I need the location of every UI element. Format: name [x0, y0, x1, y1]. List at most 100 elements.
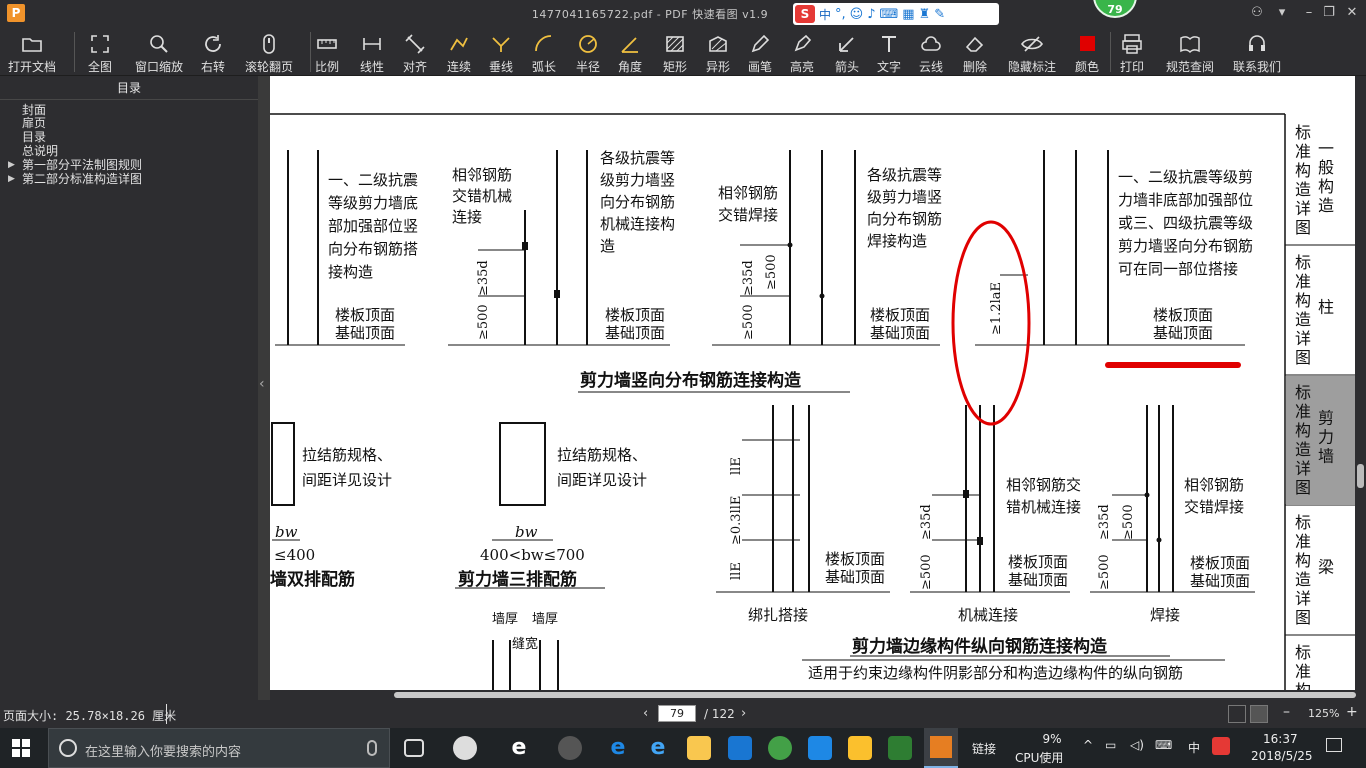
- toolbar-fit-button[interactable]: 全图: [88, 28, 112, 74]
- ime-indicator[interactable]: 中: [1188, 739, 1200, 756]
- expand-triangle-icon[interactable]: ▶: [8, 158, 15, 172]
- grid-icon[interactable]: ▦: [902, 7, 914, 22]
- toolbar-open-button[interactable]: 打开文档: [8, 28, 56, 74]
- toc-item[interactable]: 目录: [22, 130, 46, 144]
- chrome-like-icon[interactable]: [558, 736, 582, 760]
- toolbar-highlight-button[interactable]: 高亮: [790, 28, 814, 74]
- toolbar-standards-button[interactable]: 规范查阅: [1166, 28, 1214, 74]
- toolbar-text-button[interactable]: 文字: [877, 28, 901, 74]
- minimize-button[interactable]: –: [1300, 4, 1318, 22]
- toolbar-radius-button[interactable]: 半径: [576, 28, 600, 74]
- toolbar-rect-button[interactable]: 矩形: [663, 28, 687, 74]
- toolbar-contact-button[interactable]: 联系我们: [1233, 28, 1281, 74]
- microphone-icon[interactable]: [367, 740, 377, 756]
- user-icon[interactable]: ⚇: [1248, 4, 1266, 22]
- toolbar-aligned-button[interactable]: 对齐: [403, 28, 427, 74]
- wrench-icon[interactable]: ✎: [934, 7, 945, 22]
- notes-app-icon[interactable]: [848, 736, 872, 760]
- arrow-icon: [839, 37, 854, 52]
- tray-link[interactable]: 链接: [972, 740, 996, 757]
- text-line: 基础顶面: [825, 568, 885, 586]
- toolbar-polygon-button[interactable]: 异形: [706, 28, 730, 74]
- voice-icon[interactable]: ♪: [867, 7, 875, 22]
- windows-start-icon[interactable]: [12, 739, 30, 757]
- vertical-scrollbar[interactable]: [1355, 76, 1366, 700]
- single-page-view-icon[interactable]: [1250, 705, 1268, 723]
- scroll-thumb[interactable]: [394, 692, 1356, 698]
- toolbar-linear-button[interactable]: 线性: [360, 28, 384, 74]
- health-app-icon[interactable]: [808, 736, 832, 760]
- menu-chevron-icon[interactable]: ▾: [1273, 4, 1291, 22]
- sogou-tray-icon[interactable]: [1212, 737, 1230, 755]
- toolbar-print-button[interactable]: 打印: [1120, 28, 1144, 74]
- toolbar-perpendicular-button[interactable]: 垂线: [489, 28, 513, 74]
- toolbar-cloud-button[interactable]: 云线: [919, 28, 943, 74]
- page-input[interactable]: 79: [658, 705, 696, 722]
- scroll-thumb[interactable]: [1357, 464, 1364, 488]
- pdf-viewer[interactable]: 一、二级抗震等级剪力墙底部加强部位竖向分布钢筋搭接构造 相邻钢筋交错机械连接 各…: [270, 76, 1355, 690]
- toolbar-arrow-button[interactable]: 箭头: [835, 28, 859, 74]
- toc-item[interactable]: 扉页: [22, 116, 46, 130]
- emoji-icon[interactable]: ☺: [850, 7, 864, 22]
- toolbar-scale-button[interactable]: 比例: [315, 28, 339, 74]
- toolbar-hide-button[interactable]: 隐藏标注: [1008, 28, 1056, 74]
- toc-item[interactable]: ▶ 第二部分标准构造详图: [8, 172, 142, 186]
- file-explorer-icon[interactable]: [687, 736, 711, 760]
- collapse-sidebar-button[interactable]: ‹: [258, 76, 270, 700]
- taskbar-search[interactable]: 在这里输入你要搜索的内容: [48, 728, 390, 768]
- notification-icon[interactable]: [1326, 738, 1342, 752]
- volume-icon[interactable]: ◁): [1130, 738, 1144, 752]
- toolbar-color-button[interactable]: 颜色: [1075, 28, 1099, 74]
- side-tab-char: 造: [1295, 570, 1311, 589]
- ime-mode[interactable]: 中: [819, 6, 831, 23]
- pdf-viewer-taskbar-icon[interactable]: [924, 728, 958, 768]
- punctuation-icon[interactable]: °,: [835, 7, 846, 22]
- horizontal-scrollbar[interactable]: [270, 690, 1356, 700]
- side-tab-left: 标准构造详图: [1295, 123, 1311, 237]
- zoom-level[interactable]: 125%: [1308, 707, 1339, 720]
- side-tab[interactable]: 标准构造详图梁: [1295, 513, 1334, 627]
- toolbar-pen-button[interactable]: 画笔: [748, 28, 772, 74]
- toolbar-arc-button[interactable]: 弧长: [532, 28, 556, 74]
- edge-icon[interactable]: e: [606, 736, 630, 760]
- eye-off-icon: [1021, 36, 1043, 52]
- skin-icon[interactable]: ♜: [919, 7, 931, 22]
- pinwheel-app-icon[interactable]: [453, 736, 477, 760]
- toc-item[interactable]: 总说明: [22, 144, 58, 158]
- expand-triangle-icon[interactable]: ▶: [8, 172, 15, 186]
- tray-expand-icon[interactable]: ^: [1083, 738, 1093, 752]
- keyboard-icon[interactable]: ⌨: [880, 7, 899, 22]
- toolbar-continuous-button[interactable]: 连续: [447, 28, 471, 74]
- headset-icon: [1249, 35, 1265, 51]
- ie-icon[interactable]: e: [646, 736, 670, 760]
- network-icon[interactable]: ▭: [1105, 738, 1116, 752]
- text-line: 剪力墙竖向分布钢筋: [1118, 237, 1253, 255]
- toc-item[interactable]: 封面: [22, 103, 46, 117]
- toolbar-angle-button[interactable]: 角度: [618, 28, 642, 74]
- browser-g-icon[interactable]: [728, 736, 752, 760]
- 360-browser-icon[interactable]: [768, 736, 792, 760]
- toolbar-scroll-button[interactable]: 滚轮翻页: [245, 28, 293, 74]
- keyboard-icon[interactable]: ⌨: [1155, 738, 1172, 752]
- task-view-icon[interactable]: [404, 739, 424, 757]
- toolbar-rotate-button[interactable]: 右转: [201, 28, 225, 74]
- clock-date[interactable]: 2018/5/25: [1251, 749, 1313, 763]
- side-tab[interactable]: 标准构造详图一般构造: [1295, 123, 1334, 237]
- next-page-button[interactable]: ›: [741, 706, 746, 721]
- ie-old-icon[interactable]: e: [507, 736, 531, 760]
- toc-item[interactable]: ▶ 第一部分平法制图规则: [8, 158, 142, 172]
- close-button[interactable]: ✕: [1343, 4, 1361, 22]
- clock-time[interactable]: 16:37: [1263, 732, 1298, 746]
- score-badge[interactable]: 79: [1093, 0, 1137, 18]
- zoom-in-button[interactable]: +: [1346, 704, 1358, 720]
- toolbar-erase-button[interactable]: 删除: [963, 28, 987, 74]
- side-tab[interactable]: 标准构: [1295, 643, 1311, 690]
- zoom-out-button[interactable]: –: [1283, 704, 1290, 720]
- spreadsheet-app-icon[interactable]: [888, 736, 912, 760]
- ime-toolbar[interactable]: S 中 °, ☺ ♪ ⌨ ▦ ♜ ✎: [793, 3, 999, 25]
- maximize-button[interactable]: ❐: [1320, 4, 1338, 22]
- two-page-view-icon[interactable]: [1228, 705, 1246, 723]
- side-tab[interactable]: 标准构造详图柱: [1295, 253, 1334, 367]
- prev-page-button[interactable]: ‹: [643, 706, 648, 721]
- toolbar-zoom-window-button[interactable]: 窗口缩放: [135, 28, 183, 74]
